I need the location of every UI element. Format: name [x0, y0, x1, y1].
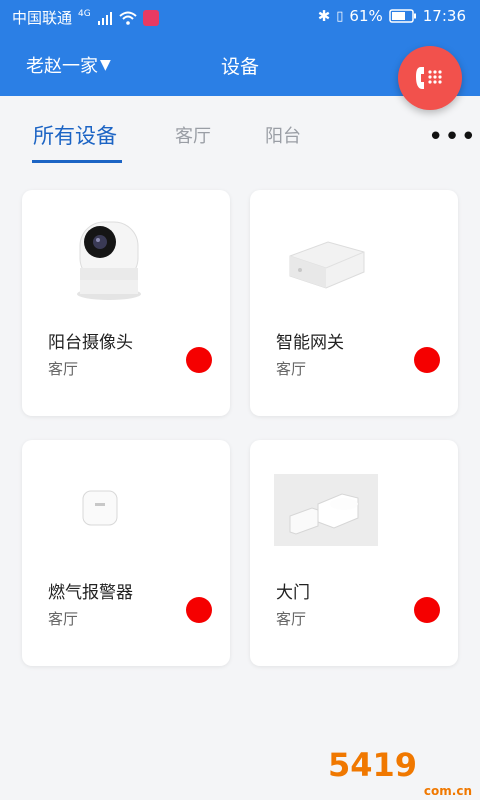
camera-image — [77, 221, 141, 300]
network-label: 4G — [78, 8, 91, 19]
wifi-icon — [119, 11, 137, 25]
device-room: 客厅 — [48, 360, 79, 378]
status-right: ✱ ▯ 61% 17:36 — [318, 7, 466, 25]
active-tab-indicator — [32, 160, 122, 163]
room-tabs: 所有设备 客厅 阳台 — [0, 96, 480, 166]
tab-all-devices[interactable]: 所有设备 — [33, 120, 117, 150]
status-left: 中国联通 4G — [12, 7, 159, 28]
device-card-gateway[interactable]: 智能网关 客厅 — [250, 190, 458, 416]
vibrate-icon: ▯ — [336, 8, 344, 24]
device-status-indicator — [414, 347, 440, 373]
device-name: 燃气报警器 — [48, 583, 133, 603]
device-room: 客厅 — [276, 360, 307, 378]
status-bar: 中国联通 4G ✱ ▯ 61% 17:36 — [0, 0, 480, 34]
device-card-camera[interactable]: 阳台摄像头 客厅 — [22, 190, 230, 416]
phone-keypad-icon — [416, 67, 442, 89]
carrier-label: 中国联通 — [12, 9, 73, 27]
device-name: 大门 — [276, 583, 310, 603]
more-options-icon[interactable]: ••• — [428, 122, 477, 152]
tab-balcony[interactable]: 阳台 — [265, 122, 301, 148]
gas-alarm-image — [82, 490, 118, 526]
app-notification-icon — [142, 9, 159, 26]
site-watermark: 5419 com.cn — [320, 742, 480, 800]
watermark-domain: com.cn — [423, 784, 472, 798]
battery-icon — [389, 9, 416, 23]
clock-time: 17:36 — [422, 7, 466, 25]
device-room: 客厅 — [276, 610, 307, 628]
bluetooth-icon: ✱ — [317, 7, 331, 25]
device-name: 智能网关 — [276, 333, 344, 353]
device-status-indicator — [414, 597, 440, 623]
tab-living-room[interactable]: 客厅 — [175, 122, 211, 148]
watermark-logo: 5419 — [328, 746, 418, 784]
gateway-image — [289, 241, 365, 289]
device-card-gas-alarm[interactable]: 燃气报警器 客厅 — [22, 440, 230, 666]
call-button[interactable] — [398, 46, 462, 110]
device-status-indicator — [186, 597, 212, 623]
door-sensor-image — [274, 474, 378, 546]
device-status-indicator — [186, 347, 212, 373]
device-name: 阳台摄像头 — [48, 333, 133, 353]
device-room: 客厅 — [48, 610, 79, 628]
signal-icon — [97, 11, 112, 25]
device-card-door[interactable]: 大门 客厅 — [250, 440, 458, 666]
battery-percent: 61% — [349, 7, 383, 25]
